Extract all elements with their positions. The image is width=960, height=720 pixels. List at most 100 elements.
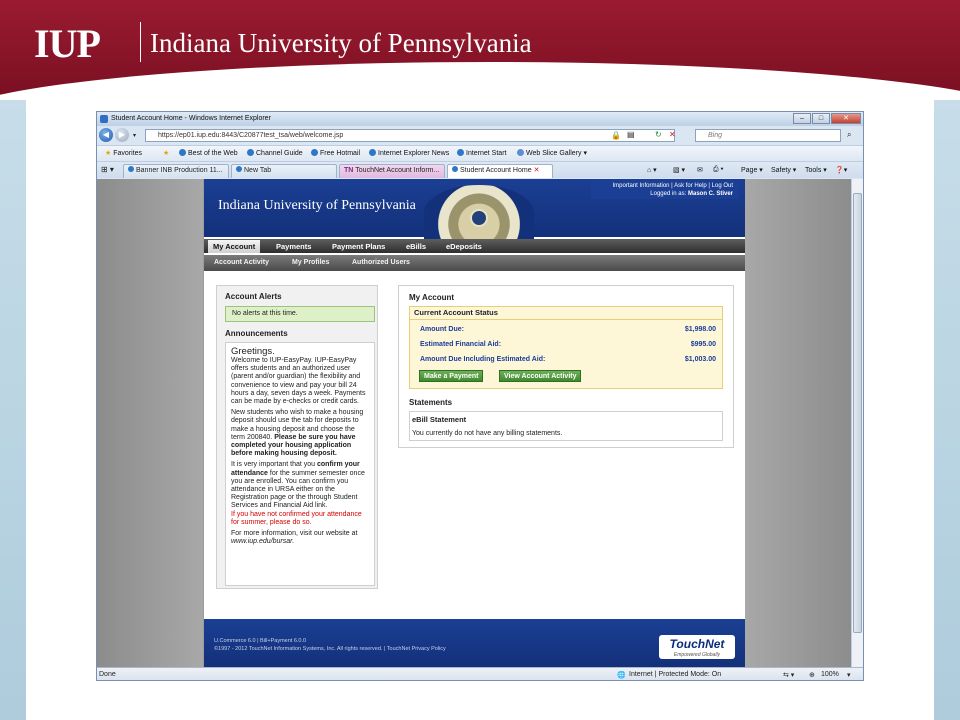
quick-tabs-icon[interactable]: ⊞ ▾ [101, 165, 114, 174]
student-account-page: Indiana University of Pennsylvania Impor… [204, 179, 745, 667]
due-incl-aid-label: Amount Due Including Estimated Aid: [420, 356, 546, 363]
zoom-dropdown[interactable]: ▾ [847, 671, 851, 679]
ebill-title: eBill Statement [412, 415, 467, 424]
due-incl-aid-value: $1,003.00 [684, 356, 716, 363]
zoom-icon[interactable]: ⊕ [809, 671, 815, 679]
window-title: Student Account Home - Windows Internet … [111, 115, 271, 122]
address-bar: ◀ ▶ ▾ https://ep01.iup.edu:8443/C20877te… [97, 126, 863, 144]
announcement-box: Greetings. Welcome to IUP-EasyPay. IUP-E… [225, 342, 375, 586]
make-payment-button[interactable]: Make a Payment [419, 370, 484, 382]
security-zone[interactable]: Internet | Protected Mode: On [629, 671, 721, 678]
announcement-p1: Welcome to IUP-EasyPay. IUP-EasyPay offe… [231, 357, 366, 406]
fav-internet-start[interactable]: Internet Start [457, 149, 506, 157]
touchnet-logo: TouchNet Empowered Globally [659, 635, 735, 659]
alert-message: No alerts at this time. [225, 306, 375, 322]
url-input[interactable]: https://ep01.iup.edu:8443/C20877test_tsa… [145, 129, 675, 142]
nav-account-activity[interactable]: Account Activity [214, 259, 269, 266]
vertical-scrollbar[interactable] [851, 179, 863, 667]
compat-view-icon[interactable]: ▤ [627, 130, 635, 139]
fav-free-hotmail[interactable]: Free Hotmail [311, 149, 360, 157]
logged-in-user: Mason C. Stiver [687, 191, 733, 197]
announcement-p4: For more information, visit our website … [231, 530, 358, 546]
ie-icon [100, 115, 108, 123]
favorites-bar: ★ Favorites ★ Best of the Web Channel Gu… [97, 145, 863, 161]
account-alerts-title: Account Alerts [225, 292, 282, 301]
announcement-greeting: Greetings. [231, 346, 275, 357]
announcement-p3: It is very important that you confirm yo… [231, 461, 365, 526]
utility-links-text[interactable]: Important Information | Ask for Help | L… [591, 182, 733, 190]
ebill-message: You currently do not have any billing st… [412, 430, 563, 437]
home-icon[interactable]: ⌂ ▾ [647, 166, 657, 174]
tab-payments[interactable]: Payments [276, 242, 311, 251]
primary-nav: My Account Payments Payment Plans eBills… [204, 239, 745, 253]
search-icon[interactable]: ⌕ [847, 130, 851, 140]
lock-icon[interactable]: 🔒 [611, 131, 621, 140]
favorites-button[interactable]: ★ Favorites [105, 149, 142, 157]
nav-authorized-users[interactable]: Authorized Users [352, 259, 410, 266]
mail-icon[interactable]: ✉ [697, 166, 703, 174]
my-account-title: My Account [409, 293, 455, 302]
statements-title: Statements [409, 398, 453, 407]
tab-payment-plans[interactable]: Payment Plans [332, 242, 385, 251]
protected-mode-icon[interactable]: ⇆ ▾ [783, 671, 794, 679]
fav-web-slice-gallery[interactable]: Web Slice Gallery ▾ [517, 149, 587, 157]
university-seal [424, 185, 534, 241]
logo-divider [140, 22, 141, 62]
slide-title: Indiana University of Pennsylvania [150, 28, 532, 58]
back-button[interactable]: ◀ [99, 128, 113, 142]
close-button[interactable]: ✕ [831, 113, 861, 124]
tools-menu[interactable]: Tools ▾ [805, 166, 827, 174]
tab-touchnet-account[interactable]: TN TouchNet Account Inform... [339, 164, 445, 178]
right-gutter [745, 179, 853, 667]
announcement-p2: New students who wish to make a housing … [231, 409, 364, 458]
slide-header: IUP Indiana University of Pennsylvania [0, 0, 960, 100]
tab-edeposits[interactable]: eDeposits [446, 242, 482, 251]
minimize-button[interactable]: – [793, 113, 811, 124]
tab-new-tab[interactable]: New Tab [231, 164, 337, 178]
tab-my-account[interactable]: My Account [208, 240, 261, 253]
slide-right-band [934, 100, 960, 720]
title-bar: Student Account Home - Windows Internet … [97, 112, 863, 126]
zoom-level[interactable]: 100% [821, 671, 839, 678]
refresh-icon[interactable]: ↻ [655, 130, 662, 139]
scrollbar-thumb[interactable] [853, 193, 862, 633]
slide-left-band [0, 100, 26, 720]
tab-student-account-home[interactable]: Student Account Home ✕ [447, 164, 553, 178]
browser-window: Student Account Home - Windows Internet … [96, 111, 864, 681]
feeds-icon[interactable]: ▧ ▾ [673, 166, 685, 174]
site-name: Indiana University of Pennsylvania [218, 198, 416, 213]
site-footer: U.Commerce 6.0 | Bill+Payment 6.0.0 ©199… [204, 619, 745, 667]
safety-menu[interactable]: Safety ▾ [771, 166, 796, 174]
announcements-title: Announcements [225, 329, 288, 338]
search-input[interactable]: Bing [695, 129, 841, 142]
globe-icon: 🌐 [617, 672, 626, 679]
my-account-panel: My Account Current Account Status Amount… [398, 285, 734, 448]
add-favorite-icon[interactable]: ★ [163, 149, 169, 157]
print-icon[interactable]: ⎙ ▾ [713, 166, 724, 174]
secondary-nav: Account Activity My Profiles Authorized … [204, 255, 745, 271]
account-status-title: Current Account Status [410, 307, 722, 320]
history-dropdown[interactable]: ▾ [133, 132, 136, 139]
tab-banner-inb[interactable]: Banner INB Production 11... [123, 164, 229, 178]
forward-button[interactable]: ▶ [115, 128, 129, 142]
ebill-box: eBill Statement You currently do not hav… [409, 411, 723, 441]
footer-copyright[interactable]: ©1997 - 2012 TouchNet Information System… [214, 646, 446, 652]
left-panel: Account Alerts No alerts at this time. A… [216, 285, 378, 589]
footer-version: U.Commerce 6.0 | Bill+Payment 6.0.0 [214, 638, 307, 644]
logged-in-label: Logged in as: [650, 191, 687, 197]
stop-icon[interactable]: ✕ [669, 130, 676, 139]
fav-best-of-web[interactable]: Best of the Web [179, 149, 238, 157]
financial-aid-label: Estimated Financial Aid: [420, 341, 502, 348]
nav-my-profiles[interactable]: My Profiles [292, 259, 329, 266]
tab-ebills[interactable]: eBills [406, 242, 426, 251]
page-menu[interactable]: Page ▾ [741, 166, 763, 174]
page-viewport: Indiana University of Pennsylvania Impor… [97, 179, 863, 667]
site-banner: Indiana University of Pennsylvania Impor… [204, 179, 745, 241]
fav-channel-guide[interactable]: Channel Guide [247, 149, 303, 157]
bursar-link[interactable]: www.iup.edu/bursar. [231, 538, 294, 545]
maximize-button[interactable]: □ [812, 113, 830, 124]
help-icon[interactable]: ❓▾ [835, 166, 847, 174]
utility-links: Important Information | Ask for Help | L… [591, 179, 739, 199]
view-activity-button[interactable]: View Account Activity [499, 370, 582, 382]
fav-ie-news[interactable]: Internet Explorer News [369, 149, 449, 157]
